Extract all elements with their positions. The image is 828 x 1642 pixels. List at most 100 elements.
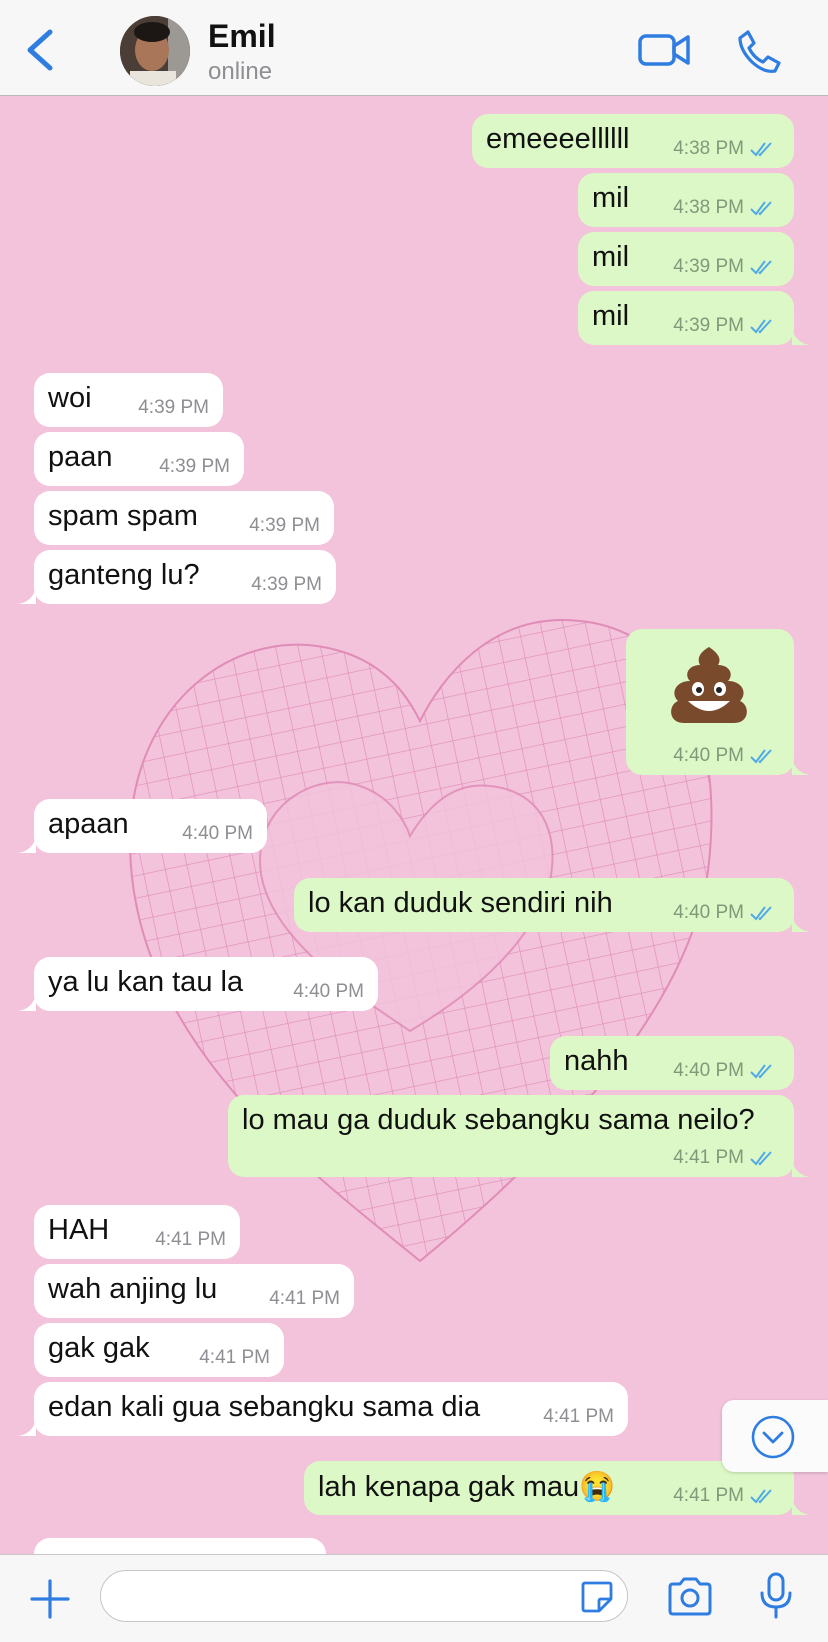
message-bubble[interactable]: mil 4:38 PM — [578, 173, 794, 227]
message-text: lah kenapa gak mau😭 — [318, 1471, 616, 1503]
message-bubble[interactable]: mil 4:39 PM — [578, 291, 810, 345]
message-bubble[interactable]: woi 4:39 PM — [34, 373, 223, 427]
message-bubble-emoji[interactable]: 4:40 PM — [626, 629, 810, 775]
read-ticks-icon — [750, 142, 772, 157]
message-time: 4:39 PM — [673, 315, 744, 336]
message-bubble[interactable]: wah anjing lu 4:41 PM — [34, 1264, 354, 1318]
message-input[interactable] — [100, 1570, 628, 1622]
message-time: 4:39 PM — [138, 397, 209, 418]
message-time: 4:39 PM — [251, 574, 322, 595]
plus-attach-icon[interactable] — [28, 1577, 72, 1621]
message-meta: 4:39 PM — [673, 315, 776, 337]
message-meta: 4:38 PM — [673, 197, 776, 219]
message-text: emeeeellllll — [486, 123, 630, 155]
message-list[interactable]: emeeeellllll 4:38 PM mil 4:38 PM mil 4:3… — [0, 96, 828, 1554]
message-text: apaan — [48, 808, 129, 840]
message-text: wah anjing lu — [48, 1273, 218, 1305]
message-text: nahh — [564, 1045, 629, 1077]
message-text: mil — [592, 300, 630, 332]
camera-icon[interactable] — [666, 1575, 714, 1619]
read-ticks-icon — [750, 201, 772, 216]
message-time: 4:40 PM — [673, 745, 744, 766]
message-text: edan kali gua sebangku sama dia — [48, 1391, 481, 1423]
contact-status: online — [208, 58, 273, 85]
message-bubble[interactable]: spam spam 4:39 PM — [34, 491, 334, 545]
message-bubble[interactable]: ya lu kan tau la 4:40 PM — [18, 957, 378, 1011]
back-chevron-icon[interactable] — [20, 26, 60, 74]
message-time: 4:40 PM — [673, 902, 744, 923]
message-time: 4:38 PM — [673, 197, 744, 218]
message-time: 4:40 PM — [182, 823, 253, 844]
message-meta: 4:41 PM — [673, 1147, 776, 1169]
message-text: HAH — [48, 1214, 110, 1246]
read-ticks-icon — [750, 749, 772, 764]
sticker-icon[interactable] — [579, 1579, 615, 1615]
message-time: 4:38 PM — [673, 138, 744, 159]
message-text: mil — [592, 182, 630, 214]
message-text: lo kan duduk sendiri nih — [308, 887, 613, 919]
message-meta: 4:40 PM — [673, 1060, 776, 1082]
message-bubble[interactable]: emeeeellllll 4:38 PM — [472, 114, 794, 168]
video-call-icon[interactable] — [636, 28, 692, 72]
read-ticks-icon — [750, 1489, 772, 1504]
bubble-tail — [18, 837, 36, 853]
bubble-tail — [18, 995, 36, 1011]
read-ticks-icon — [750, 1151, 772, 1166]
message-bubble[interactable]: lah kenapa gak mau😭 4:41 PM — [304, 1461, 810, 1515]
read-ticks-icon — [750, 906, 772, 921]
message-text: gak gak — [48, 1332, 150, 1364]
bubble-tail — [18, 1420, 36, 1436]
message-bubble[interactable]: mil 4:39 PM — [578, 232, 794, 286]
composer-bar — [0, 1554, 828, 1642]
message-meta: 4:40 PM — [673, 745, 776, 767]
message-bubble[interactable]: apaan 4:40 PM — [18, 799, 267, 853]
message-time: 4:41 PM — [543, 1406, 614, 1427]
message-bubble[interactable]: lo kan duduk sendiri nih 4:40 PM — [294, 878, 810, 932]
message-time: 4:41 PM — [155, 1229, 226, 1250]
message-bubble[interactable]: edan kali gua sebangku sama dia 4:41 PM — [18, 1382, 628, 1436]
bubble-tail — [792, 329, 810, 345]
message-time: 4:41 PM — [199, 1347, 270, 1368]
message-meta: 4:39 PM — [673, 256, 776, 278]
message-bubble[interactable]: paan 4:39 PM — [34, 432, 244, 486]
message-text: paan — [48, 441, 113, 473]
message-text: ganteng lu? — [48, 559, 200, 591]
message-time: 4:39 PM — [249, 515, 320, 536]
message-time: 4:39 PM — [159, 456, 230, 477]
scroll-to-bottom-button[interactable] — [722, 1400, 828, 1472]
bubble-tail — [792, 1161, 810, 1177]
contact-name[interactable]: Emil — [208, 18, 276, 55]
bubble-tail — [792, 916, 810, 932]
chat-header: Emil online — [0, 0, 828, 96]
avatar[interactable] — [120, 16, 190, 86]
message-text: lo mau ga duduk sebangku sama neilo? — [242, 1104, 755, 1136]
bubble-tail — [792, 1499, 810, 1515]
chevron-down-circle-icon — [751, 1415, 795, 1459]
message-text: spam spam — [48, 500, 198, 532]
message-bubble[interactable]: lo mau ga duduk sebangku sama neilo? 4:4… — [228, 1095, 810, 1177]
read-ticks-icon — [750, 319, 772, 334]
message-time: 4:41 PM — [673, 1485, 744, 1506]
microphone-icon[interactable] — [758, 1571, 794, 1621]
avatar-photo — [120, 16, 190, 86]
message-time: 4:41 PM — [269, 1288, 340, 1309]
phone-call-icon[interactable] — [736, 28, 782, 74]
message-time: 4:39 PM — [673, 256, 744, 277]
message-bubble-partial[interactable] — [34, 1538, 326, 1554]
message-text: mil — [592, 241, 630, 273]
poop-emoji-icon — [671, 647, 747, 723]
message-bubble[interactable]: HAH 4:41 PM — [34, 1205, 240, 1259]
message-time: 4:40 PM — [293, 981, 364, 1002]
bubble-tail — [18, 588, 36, 604]
message-time: 4:41 PM — [673, 1147, 744, 1168]
message-text: woi — [48, 382, 92, 414]
message-meta: 4:38 PM — [673, 138, 776, 160]
message-bubble[interactable]: nahh 4:40 PM — [550, 1036, 794, 1090]
read-ticks-icon — [750, 260, 772, 275]
message-bubble[interactable]: gak gak 4:41 PM — [34, 1323, 284, 1377]
bubble-tail — [792, 759, 810, 775]
message-bubble[interactable]: ganteng lu? 4:39 PM — [18, 550, 336, 604]
message-meta: 4:41 PM — [673, 1485, 776, 1507]
message-text: ya lu kan tau la — [48, 966, 244, 998]
message-meta: 4:40 PM — [673, 902, 776, 924]
